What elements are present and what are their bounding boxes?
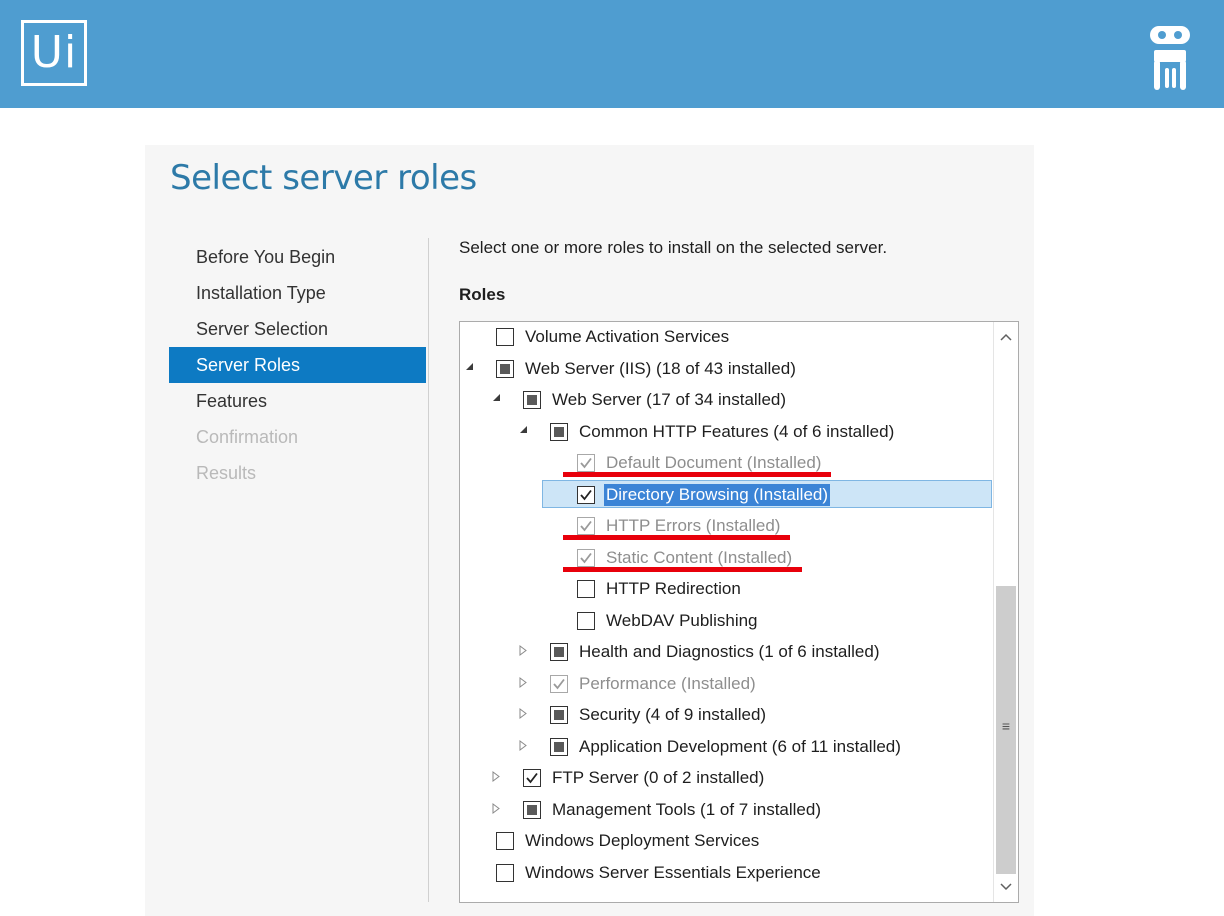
expanded-arrow-icon[interactable] <box>491 393 501 405</box>
role-label: Web Server (IIS) (18 of 43 installed) <box>525 358 796 378</box>
nav-item-server-roles[interactable]: Server Roles <box>169 347 426 383</box>
role-row[interactable]: Application Development (6 of 11 install… <box>460 732 993 762</box>
nav-item-before-you-begin[interactable]: Before You Begin <box>169 239 426 275</box>
role-label: Web Server (17 of 34 installed) <box>552 390 787 409</box>
role-label: Directory Browsing (Installed) <box>604 483 831 506</box>
wizard-nav: Before You Begin Installation Type Server … <box>169 239 426 491</box>
role-label: Health and Diagnostics (1 of 6 installed… <box>579 642 880 661</box>
collapsed-arrow-icon[interactable] <box>518 739 528 752</box>
collapsed-arrow-icon[interactable] <box>518 708 528 720</box>
nav-item-features[interactable]: Features <box>169 383 426 419</box>
role-checkbox[interactable] <box>577 548 595 567</box>
role-row[interactable]: Management Tools (1 of 7 installed) <box>460 795 993 825</box>
role-label: HTTP Redirection <box>606 579 741 598</box>
collapsed-arrow-icon[interactable] <box>518 645 528 657</box>
role-checkbox[interactable] <box>523 391 541 409</box>
role-row[interactable]: Web Server (17 of 34 installed) <box>460 385 993 415</box>
divider <box>428 238 429 902</box>
nav-item-results: Results <box>196 463 257 483</box>
role-row[interactable]: Volume Activation Services <box>460 322 993 352</box>
roles-tree-viewport: Volume Activation Services Web Server (II… <box>460 322 993 902</box>
role-checkbox[interactable] <box>496 328 514 346</box>
role-label: Performance (Installed) <box>579 673 756 693</box>
role-label: Windows Deployment Services <box>525 831 760 850</box>
role-label: Application Development (6 of 11 install… <box>579 736 901 756</box>
red-underline-annotation <box>563 472 831 477</box>
expanded-arrow-icon[interactable] <box>464 362 474 374</box>
role-checkbox[interactable] <box>550 674 568 693</box>
top-banner: Ui <box>0 0 1224 108</box>
nav-item-confirmation: Confirmation <box>196 427 299 447</box>
role-checkbox[interactable] <box>577 580 595 598</box>
role-row[interactable]: Default Document (Installed) <box>460 448 993 478</box>
role-label: Volume Activation Services <box>525 327 730 346</box>
chevron-up-icon[interactable] <box>994 324 1018 350</box>
scrollbar-thumb[interactable]: ≡ <box>996 586 1016 874</box>
role-checkbox[interactable] <box>550 706 568 724</box>
collapsed-arrow-icon[interactable] <box>518 676 528 689</box>
role-row[interactable]: Windows Server Essentials Experience <box>460 858 993 888</box>
collapsed-arrow-icon[interactable] <box>491 802 501 815</box>
role-label: HTTP Errors (Installed) <box>606 516 781 535</box>
nav-item-installation-type[interactable]: Installation Type <box>169 275 426 311</box>
role-label: Static Content (Installed) <box>606 547 793 567</box>
role-label: FTP Server (0 of 2 installed) <box>552 768 765 787</box>
roles-tree[interactable]: Volume Activation Services Web Server (II… <box>459 321 1019 903</box>
role-checkbox[interactable] <box>523 800 541 819</box>
role-row[interactable]: Static Content (Installed) <box>460 543 993 573</box>
role-row[interactable]: Security (4 of 9 installed) <box>460 700 993 730</box>
role-checkbox[interactable] <box>550 737 568 756</box>
role-row[interactable]: Windows Deployment Services <box>460 826 993 856</box>
role-checkbox[interactable] <box>577 454 595 472</box>
role-checkbox[interactable] <box>523 769 541 787</box>
role-row[interactable]: Directory Browsing (Installed) <box>460 479 993 510</box>
red-underline-annotation <box>563 535 790 540</box>
role-label: Windows Server Essentials Experience <box>525 862 821 882</box>
robot-icon <box>1150 26 1190 90</box>
nav-item-server-selection[interactable]: Server Selection <box>169 311 426 347</box>
page-title: Select server roles <box>170 158 477 198</box>
role-checkbox[interactable] <box>577 485 595 504</box>
role-checkbox[interactable] <box>550 643 568 661</box>
role-checkbox[interactable] <box>550 422 568 441</box>
role-checkbox[interactable] <box>496 832 514 850</box>
grip-icon: ≡ <box>1001 718 1011 734</box>
role-row[interactable]: FTP Server (0 of 2 installed) <box>460 763 993 793</box>
role-row[interactable]: HTTP Redirection <box>460 574 993 604</box>
role-label: WebDAV Publishing <box>606 610 758 630</box>
expanded-arrow-icon[interactable] <box>518 425 528 437</box>
role-label: Security (4 of 9 installed) <box>579 705 767 724</box>
role-checkbox[interactable] <box>577 611 595 630</box>
role-label: Default Document (Installed) <box>606 453 822 472</box>
role-row[interactable]: Health and Diagnostics (1 of 6 installed… <box>460 637 993 667</box>
role-checkbox[interactable] <box>577 517 595 535</box>
instruction-text: Select one or more roles to install on t… <box>459 238 888 257</box>
role-row[interactable]: Web Server (IIS) (18 of 43 installed) <box>460 354 993 384</box>
role-checkbox[interactable] <box>496 359 514 378</box>
uipath-logo: Ui <box>21 20 87 86</box>
roles-heading: Roles <box>459 285 506 304</box>
role-label: Common HTTP Features (4 of 6 installed) <box>579 421 895 441</box>
role-row[interactable]: HTTP Errors (Installed) <box>460 511 993 541</box>
vertical-scrollbar[interactable]: ≡ <box>993 322 1018 902</box>
role-row[interactable]: Common HTTP Features (4 of 6 installed) <box>460 417 993 447</box>
role-row[interactable]: Performance (Installed) <box>460 669 993 699</box>
role-row[interactable]: WebDAV Publishing <box>460 606 993 636</box>
collapsed-arrow-icon[interactable] <box>491 771 501 783</box>
role-checkbox[interactable] <box>496 863 514 882</box>
red-underline-annotation <box>563 566 802 572</box>
chevron-down-icon[interactable] <box>994 874 1018 900</box>
role-label: Management Tools (1 of 7 installed) <box>552 799 822 819</box>
